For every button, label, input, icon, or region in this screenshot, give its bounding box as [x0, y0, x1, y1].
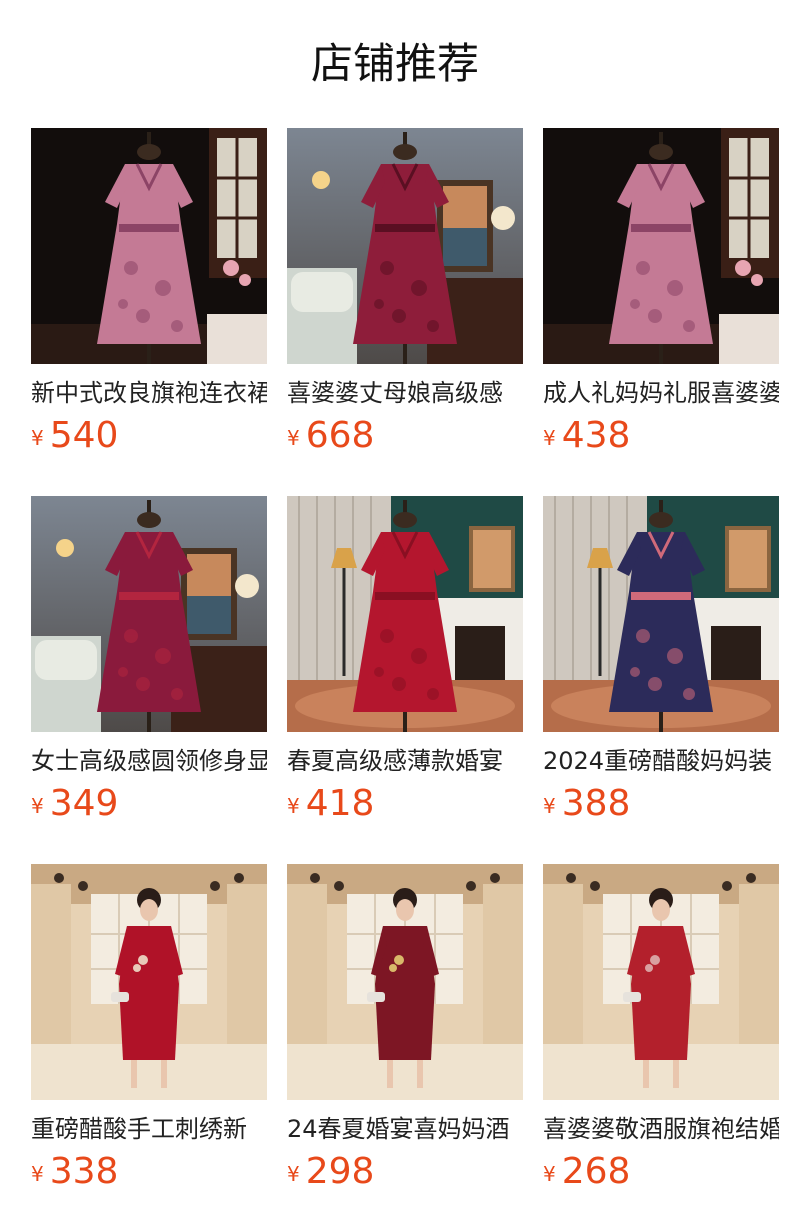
currency-symbol: ¥ [543, 426, 556, 450]
product-price: 268 [561, 1151, 631, 1192]
price-row: ¥668 [287, 414, 374, 458]
product-card[interactable]: 春夏高级感薄款婚宴 ¥418 [287, 496, 523, 836]
product-name[interactable]: 喜婆婆丈母娘高级感 [287, 376, 523, 410]
product-card[interactable]: 喜婆婆丈母娘高级感 ¥668 [287, 128, 523, 468]
product-name[interactable]: 重磅醋酸手工刺绣新 [31, 1112, 267, 1146]
product-name[interactable]: 成人礼妈妈礼服喜婆婆 [543, 376, 779, 410]
currency-symbol: ¥ [31, 426, 44, 450]
product-card[interactable]: 喜婆婆敬酒服旗袍结婚 ¥268 [543, 864, 779, 1204]
price-row: ¥268 [543, 1150, 630, 1194]
price-row: ¥298 [287, 1150, 374, 1194]
currency-symbol: ¥ [543, 1162, 556, 1186]
price-row: ¥438 [543, 414, 630, 458]
currency-symbol: ¥ [543, 794, 556, 818]
product-price: 388 [561, 783, 631, 824]
product-name[interactable]: 新中式改良旗袍连衣裙 [31, 376, 267, 410]
product-price: 298 [305, 1151, 375, 1192]
product-image[interactable] [543, 128, 779, 364]
currency-symbol: ¥ [287, 794, 300, 818]
product-image[interactable] [543, 864, 779, 1100]
product-image[interactable] [287, 496, 523, 732]
product-card[interactable]: 2024重磅醋酸妈妈装 ¥388 [543, 496, 779, 836]
price-row: ¥338 [31, 1150, 118, 1194]
product-name[interactable]: 春夏高级感薄款婚宴 [287, 744, 523, 778]
product-image[interactable] [287, 864, 523, 1100]
currency-symbol: ¥ [287, 1162, 300, 1186]
product-card[interactable]: 24春夏婚宴喜妈妈酒 ¥298 [287, 864, 523, 1204]
product-name[interactable]: 喜婆婆敬酒服旗袍结婚 [543, 1112, 779, 1146]
product-name[interactable]: 24春夏婚宴喜妈妈酒 [287, 1112, 523, 1146]
price-row: ¥388 [543, 782, 630, 826]
product-price: 349 [49, 783, 119, 824]
product-price: 338 [49, 1151, 119, 1192]
product-name[interactable]: 2024重磅醋酸妈妈装 [543, 744, 779, 778]
product-card[interactable]: 新中式改良旗袍连衣裙 ¥540 [31, 128, 267, 468]
price-row: ¥540 [31, 414, 118, 458]
product-image[interactable] [31, 496, 267, 732]
page-title: 店铺推荐 [310, 39, 479, 88]
price-row: ¥418 [287, 782, 374, 826]
currency-symbol: ¥ [31, 794, 44, 818]
product-image[interactable] [31, 128, 267, 364]
product-card[interactable]: 成人礼妈妈礼服喜婆婆 ¥438 [543, 128, 779, 468]
product-image[interactable] [287, 128, 523, 364]
currency-symbol: ¥ [31, 1162, 44, 1186]
product-card[interactable]: 女士高级感圆领修身显 ¥349 [31, 496, 267, 836]
product-price: 438 [561, 415, 631, 456]
product-image[interactable] [31, 864, 267, 1100]
product-name[interactable]: 女士高级感圆领修身显 [31, 744, 267, 778]
product-price: 668 [305, 415, 375, 456]
currency-symbol: ¥ [287, 426, 300, 450]
product-image[interactable] [543, 496, 779, 732]
product-card[interactable]: 重磅醋酸手工刺绣新 ¥338 [31, 864, 267, 1204]
price-row: ¥349 [31, 782, 118, 826]
product-price: 540 [49, 415, 119, 456]
product-price: 418 [305, 783, 375, 824]
